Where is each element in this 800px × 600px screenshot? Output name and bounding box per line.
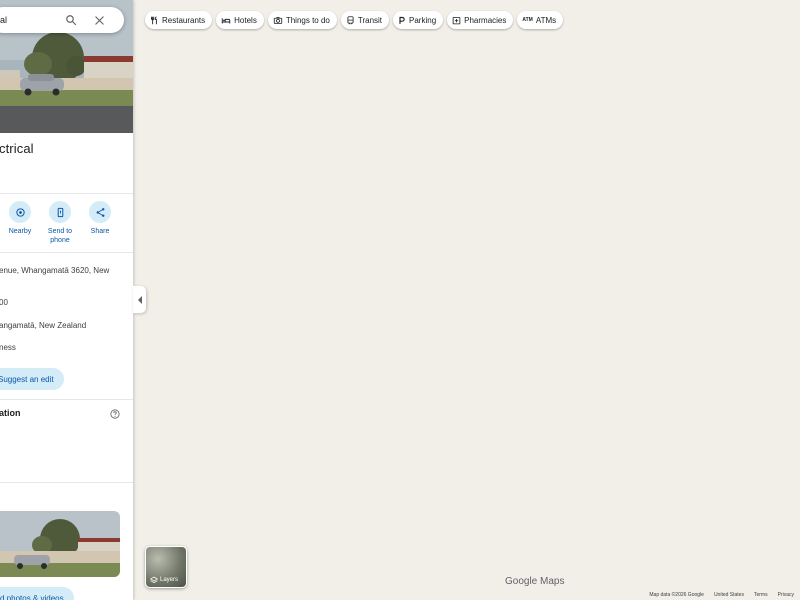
map-footer: Map data ©2026 Google United States Term…	[649, 592, 794, 598]
search-button[interactable]	[62, 11, 80, 29]
chip-pharmacies-label: Pharmacies	[464, 15, 507, 25]
layers-icon	[150, 576, 158, 584]
chip-restaurants-label: Restaurants	[162, 15, 206, 25]
send-to-phone-label: Send to phone	[47, 228, 73, 244]
chip-transit[interactable]: Transit	[340, 11, 390, 29]
share-label: Share	[90, 228, 110, 235]
pharmacy-icon	[452, 16, 461, 24]
chip-transit-label: Transit	[357, 15, 383, 25]
chip-atms-label: ATMs	[535, 15, 557, 25]
chip-parking-label: Parking	[409, 15, 437, 25]
transit-icon	[347, 15, 354, 24]
chip-restaurants[interactable]: Restaurants	[145, 11, 213, 29]
divider	[0, 252, 133, 253]
nearby-label: Nearby	[8, 228, 32, 235]
photo-thumbnail[interactable]	[0, 511, 120, 577]
chip-hotels[interactable]: Hotels	[216, 11, 264, 29]
hotel-icon	[221, 17, 231, 23]
atm-icon: ATM	[522, 17, 533, 23]
google-maps-logo: Google Maps	[505, 576, 565, 587]
search-input[interactable]	[0, 7, 60, 33]
category-chips: Restaurants Hotels Things to do Transit …	[145, 11, 564, 29]
place-panel: ctrical Nearby Send to phone	[0, 0, 133, 600]
chip-things-to-do-label: Things to do	[285, 15, 330, 25]
terms-link[interactable]: Terms	[754, 592, 768, 598]
category-row[interactable]: ness	[0, 343, 16, 352]
divider	[0, 399, 133, 400]
share-button[interactable]: Share	[80, 201, 120, 236]
add-photos-button[interactable]: d photos & videos	[0, 587, 74, 600]
chip-hotels-label: Hotels	[234, 15, 257, 25]
map-data-attribution: Map data ©2026 Google	[649, 592, 704, 598]
search-icon	[66, 15, 77, 26]
region-link[interactable]: United States	[714, 592, 744, 598]
nearby-icon	[15, 207, 25, 217]
share-icon	[96, 207, 104, 217]
chip-atms[interactable]: ATM ATMs	[517, 11, 564, 29]
place-title: ctrical	[0, 141, 34, 156]
plus-code-row[interactable]: angamatā, New Zealand	[0, 321, 86, 330]
close-search-button[interactable]	[90, 11, 108, 29]
layers-label: Layers	[160, 577, 179, 583]
phone-row[interactable]: 00	[0, 298, 8, 307]
section-heading: ation	[0, 408, 21, 418]
send-to-phone-button[interactable]: Send to phone	[40, 201, 80, 245]
restaurant-icon	[151, 15, 157, 24]
address-row[interactable]: enue, Whangamatā 3620, New	[0, 266, 109, 275]
help-icon[interactable]	[110, 409, 120, 419]
privacy-link[interactable]: Privacy	[778, 592, 794, 598]
divider	[0, 482, 133, 483]
chip-things-to-do[interactable]: Things to do	[267, 11, 337, 29]
collapse-panel-button[interactable]	[133, 286, 146, 313]
chip-pharmacies[interactable]: Pharmacies	[447, 11, 514, 29]
layers-button[interactable]: Layers	[145, 546, 187, 588]
close-icon	[94, 15, 104, 25]
camera-icon	[273, 16, 282, 24]
search-box	[0, 7, 124, 33]
nearby-button[interactable]: Nearby	[0, 201, 40, 236]
chip-parking[interactable]: Parking	[393, 11, 444, 29]
suggest-edit-button[interactable]: Suggest an edit	[0, 368, 64, 390]
parking-icon	[399, 16, 405, 24]
divider	[0, 193, 133, 194]
send-to-phone-icon	[57, 207, 63, 217]
chevron-left-icon	[137, 295, 142, 304]
